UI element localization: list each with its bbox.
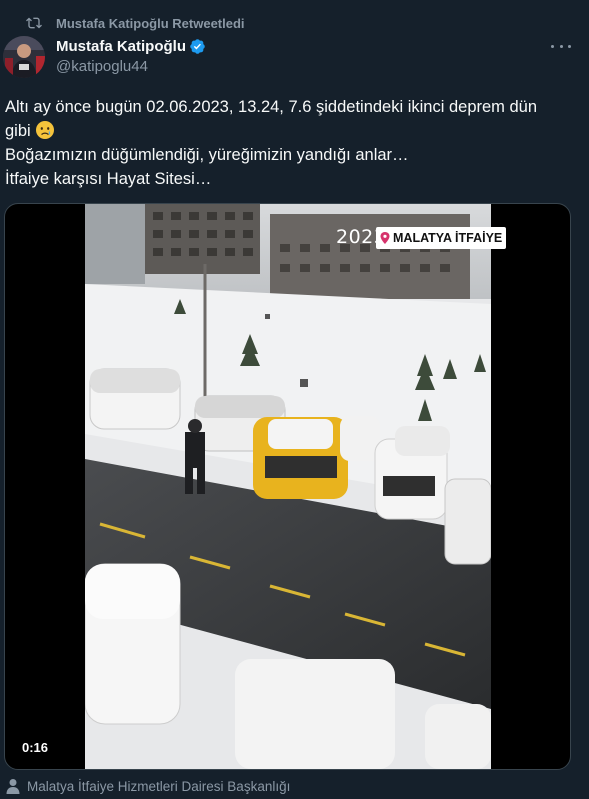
author-block: Mustafa Katipoğlu @katipoglu44	[56, 36, 206, 75]
retweet-label: Mustafa Katipoğlu Retweetledi	[56, 15, 245, 31]
person-icon	[6, 779, 20, 794]
verified-badge-icon	[190, 38, 205, 54]
tweet-line-1: Altı ay önce bugün 02.06.2023, 13.24, 7.…	[5, 98, 538, 116]
retweet-icon	[26, 17, 42, 29]
location-label: MALATYA İTFAİYE	[393, 231, 503, 245]
crying-face-icon	[36, 121, 55, 139]
tweet-page: Mustafa Katipoğlu Retweetledi Mustafa Ka…	[0, 0, 589, 799]
author-handle[interactable]: @katipoglu44	[56, 58, 206, 75]
tweet-line-2: gibi	[5, 119, 580, 143]
location-pin-icon	[380, 232, 390, 244]
avatar-photo	[3, 36, 45, 78]
video-duration: 0:16	[17, 738, 54, 757]
author-name[interactable]: Mustafa Katipoğlu	[56, 38, 186, 55]
video-player[interactable]: 2023-02-06 MALATYA İTFAİYE 0:16	[4, 203, 571, 770]
video-source[interactable]: Malatya İtfaiye Hizmetleri Dairesi Başka…	[6, 776, 290, 796]
tweet-line-4: İtfaiye karşısı Hayat Sitesi…	[5, 170, 212, 188]
avatar[interactable]	[3, 36, 45, 78]
retweet-indicator[interactable]: Mustafa Katipoğlu Retweetledi	[26, 14, 245, 32]
source-label: Malatya İtfaiye Hizmetleri Dairesi Başka…	[27, 778, 291, 794]
video-still	[85, 204, 491, 769]
video-frame[interactable]: 2023-02-06	[85, 204, 491, 769]
tweet-text: Altı ay önce bugün 02.06.2023, 13.24, 7.…	[5, 95, 580, 191]
location-tag: MALATYA İTFAİYE	[376, 227, 507, 249]
tweet-line-3: Boğazımızın düğümlendiği, yüreğimizin ya…	[5, 146, 409, 164]
more-options-icon[interactable]	[551, 38, 571, 54]
